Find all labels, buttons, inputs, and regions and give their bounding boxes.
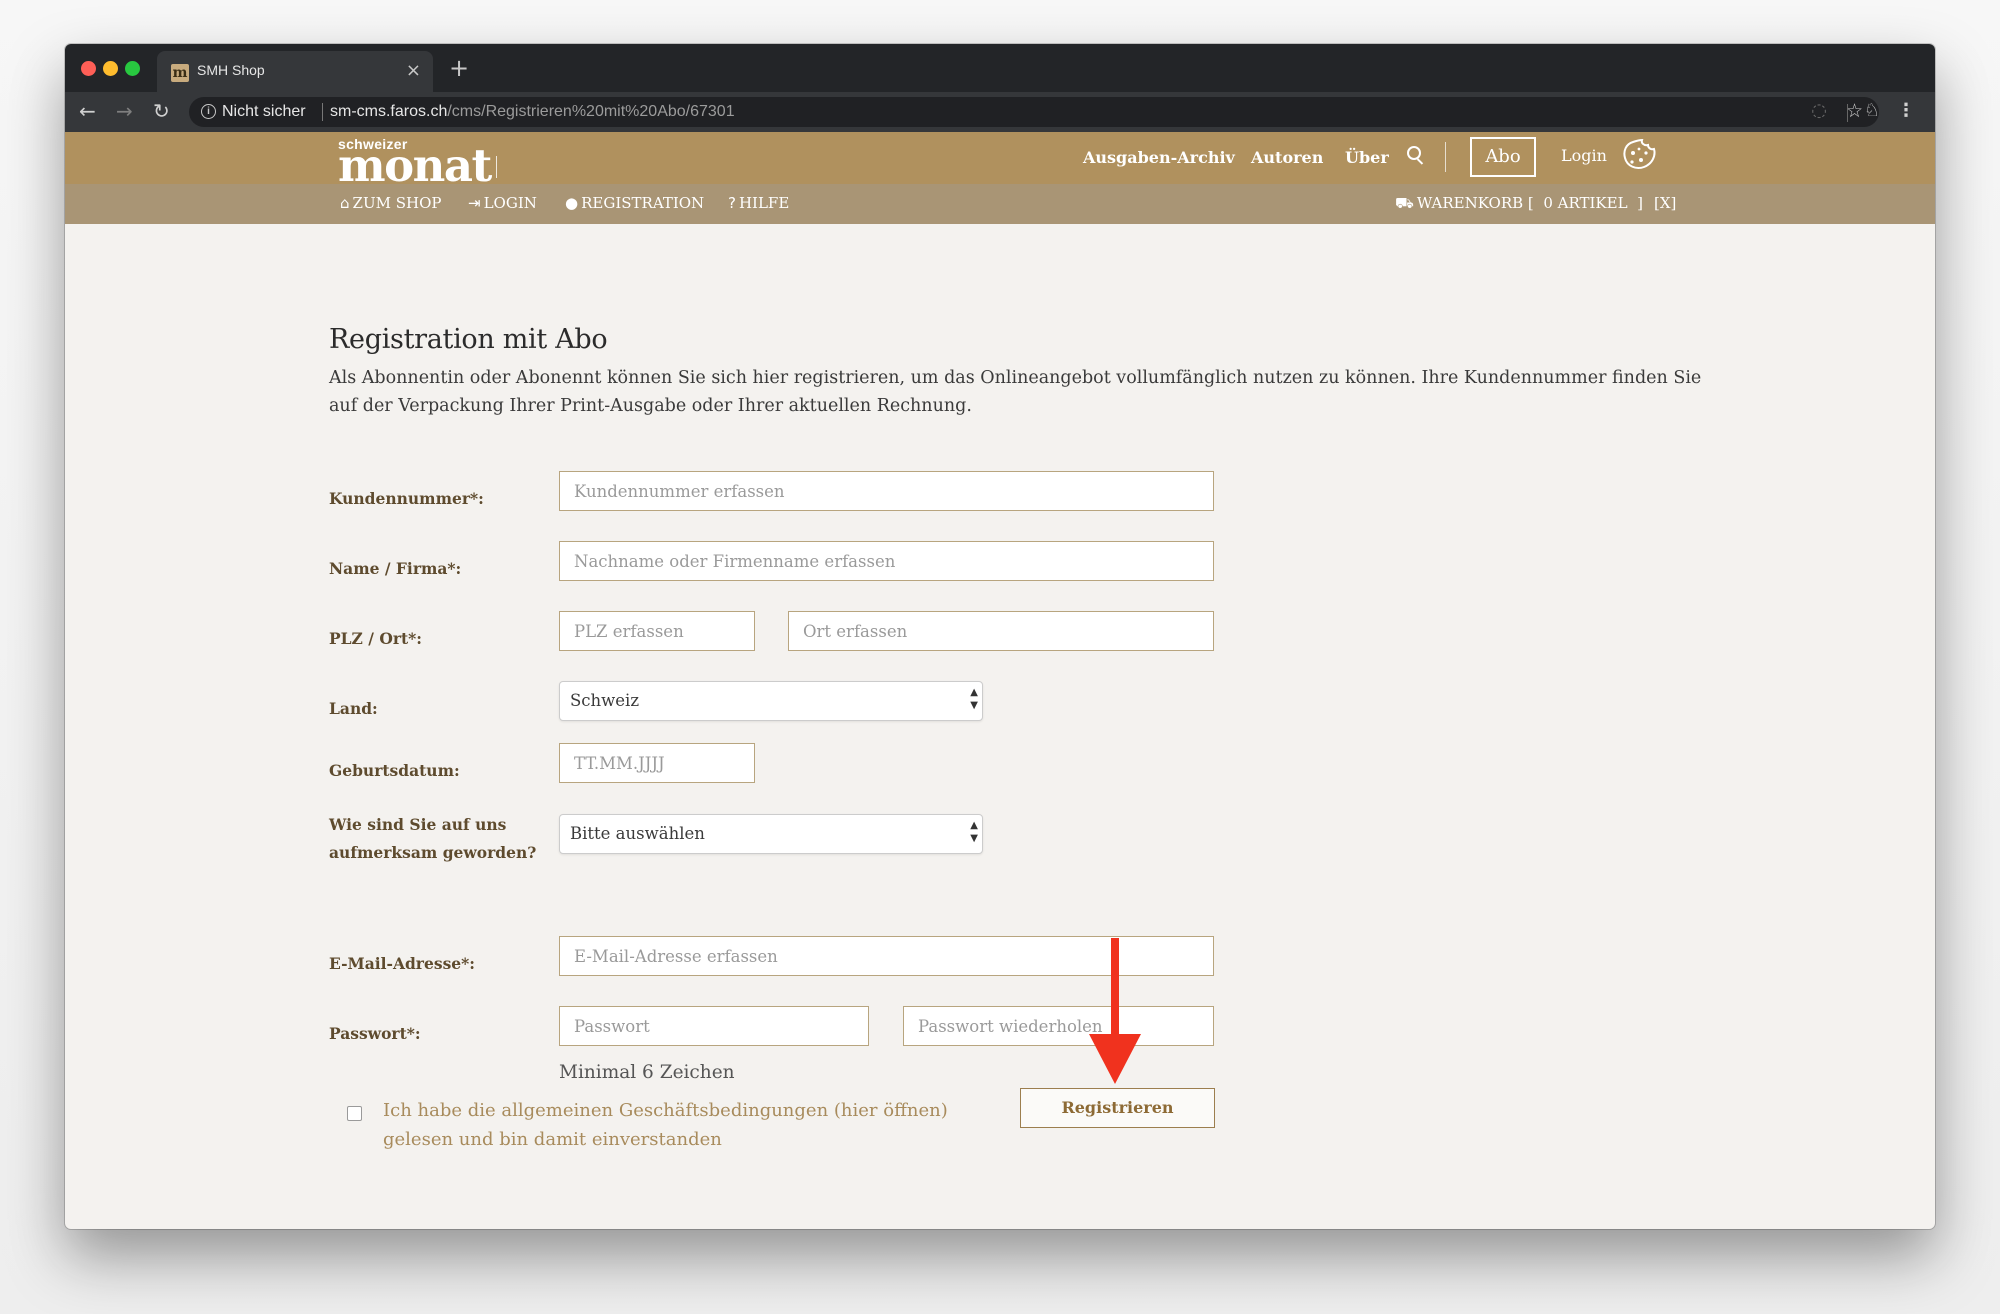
subnav-registration[interactable]: ● REGISTRATION	[565, 194, 704, 212]
url-text[interactable]: sm-cms.faros.ch/cms/Registrieren%20mit%2…	[330, 103, 735, 121]
new-tab-button[interactable]: +	[449, 54, 469, 82]
tab-favicon-icon: m	[171, 64, 189, 82]
user-icon: ●	[565, 194, 579, 212]
label-passwort: Passwort*:	[329, 1024, 421, 1043]
nav-ueber[interactable]: Über	[1345, 148, 1389, 167]
browser-titlebar: m SMH Shop × +	[65, 44, 1935, 92]
register-button[interactable]: Registrieren	[1020, 1088, 1215, 1128]
subnav-login-label: LOGIN	[483, 194, 537, 212]
subnav-hilfe-label: HILFE	[738, 194, 790, 212]
browser-tab[interactable]: m SMH Shop ×	[157, 51, 433, 92]
red-arrow-annotation	[1089, 938, 1141, 1084]
agb-text[interactable]: Ich habe die allgemeinen Geschäftsbeding…	[383, 1096, 983, 1154]
name-firma-input[interactable]	[559, 541, 1214, 581]
browser-window: m SMH Shop × + ← → ↻ i Nicht sicher sm-c…	[65, 44, 1935, 1229]
page-title: Registration mit Abo	[329, 324, 608, 355]
intro-text: Als Abonnentin oder Abonennt können Sie …	[329, 368, 1702, 416]
label-aufmerksam: Wie sind Sie auf uns aufmerksam geworden…	[329, 815, 537, 862]
aufmerksam-select[interactable]: Bitte auswählen ▲ ▼	[559, 814, 983, 854]
home-icon: ⌂	[340, 194, 350, 212]
tab-title: SMH Shop	[197, 62, 265, 78]
nav-ausgaben-archiv[interactable]: Ausgaben-Archiv	[1083, 148, 1235, 167]
window-minimize-button[interactable]	[103, 61, 118, 76]
subnav-login[interactable]: ⇥ LOGIN	[468, 194, 537, 212]
toolbar-divider	[1847, 104, 1848, 122]
window-maximize-button[interactable]	[125, 61, 140, 76]
subnav-zum-shop[interactable]: ⌂ ZUM SHOP	[340, 194, 441, 212]
label-plz-ort: PLZ / Ort*:	[329, 629, 422, 648]
label-name-firma: Name / Firma*:	[329, 559, 462, 578]
incognito-icon[interactable]: ♘	[1864, 100, 1880, 121]
label-kundennummer: Kundennummer*:	[329, 489, 484, 508]
ort-input[interactable]	[788, 611, 1214, 651]
select-updown-icon: ▲ ▼	[970, 820, 978, 844]
url-path: /cms/Registrieren%20mit%20Abo/67301	[447, 103, 735, 120]
header-divider	[1445, 142, 1446, 172]
geburtsdatum-input[interactable]	[559, 743, 755, 783]
select-updown-icon: ▲ ▼	[970, 687, 978, 711]
logo-side-mark	[496, 156, 503, 178]
window-close-button[interactable]	[81, 61, 96, 76]
reload-icon[interactable]: ↻	[153, 100, 170, 122]
plz-input[interactable]	[559, 611, 755, 651]
nav-autoren[interactable]: Autoren	[1251, 148, 1323, 167]
aufmerksam-select-value: Bitte auswählen	[570, 824, 705, 843]
kundennummer-input[interactable]	[559, 471, 1214, 511]
security-label[interactable]: Nicht sicher	[222, 103, 306, 121]
subnav-registration-label: REGISTRATION	[581, 194, 705, 212]
extension-icon[interactable]: ◌	[1811, 100, 1827, 121]
subnav-zum-shop-label: ZUM SHOP	[352, 194, 442, 212]
password-input[interactable]	[559, 1006, 869, 1046]
abo-button[interactable]: Abo	[1470, 137, 1536, 177]
star-icon[interactable]: ☆	[1846, 100, 1863, 122]
land-select[interactable]: Schweiz ▲ ▼	[559, 681, 983, 721]
cart-icon: ⛟	[1395, 194, 1414, 212]
help-icon: ?	[728, 194, 736, 212]
label-land: Land:	[329, 699, 378, 718]
land-select-value: Schweiz	[570, 691, 640, 710]
login-icon: ⇥	[468, 194, 481, 212]
subnav-close[interactable]: [X]	[1654, 194, 1676, 212]
label-email: E-Mail-Adresse*:	[329, 954, 475, 973]
agb-checkbox[interactable]	[347, 1106, 362, 1121]
cookie-icon[interactable]	[1621, 138, 1659, 176]
password-repeat-input[interactable]	[903, 1006, 1214, 1046]
label-geburtsdatum: Geburtsdatum:	[329, 761, 460, 780]
url-separator	[322, 103, 323, 121]
subnav-hilfe[interactable]: ? HILFE	[728, 194, 789, 212]
subnav-warenkorb-label: WARENKORB [ 0 ARTIKEL ]	[1416, 194, 1643, 212]
site-subnav: ⌂ ZUM SHOP ⇥ LOGIN ● REGISTRATION ? HILFE ⛟ W…	[65, 184, 1935, 224]
site-header: schweizer monat Ausgaben-Archiv Autoren …	[65, 132, 1935, 191]
address-bar[interactable]: i Nicht sicher sm-cms.faros.ch/cms/Regis…	[189, 97, 1879, 127]
url-host: sm-cms.faros.ch	[330, 103, 448, 120]
password-hint: Minimal 6 Zeichen	[559, 1062, 735, 1083]
tab-close-icon[interactable]: ×	[406, 60, 421, 81]
info-icon[interactable]: i	[201, 104, 216, 119]
subnav-warenkorb[interactable]: ⛟ WARENKORB [ 0 ARTIKEL ]	[1395, 194, 1643, 214]
page-content: Registration mit Abo Als Abonnentin oder…	[65, 224, 1935, 1229]
forward-arrow-icon[interactable]: →	[116, 100, 133, 122]
back-arrow-icon[interactable]: ←	[79, 100, 96, 122]
browser-toolbar: ← → ↻ i Nicht sicher sm-cms.faros.ch/cms…	[65, 92, 1935, 132]
search-icon[interactable]	[1407, 146, 1429, 168]
nav-login[interactable]: Login	[1561, 146, 1607, 165]
menu-dots-icon[interactable]: ⋮	[1897, 100, 1915, 121]
